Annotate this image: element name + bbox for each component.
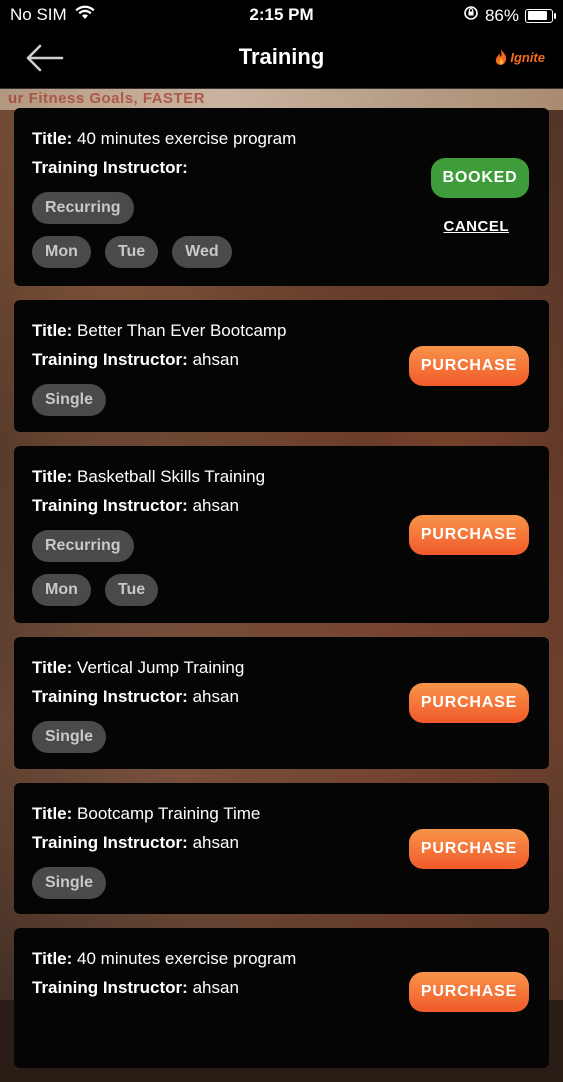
training-title-row: Title: Basketball Skills Training (32, 462, 531, 491)
title-label: Title: (32, 949, 73, 968)
purchase-button[interactable]: PURCHASE (409, 972, 529, 1012)
flame-icon (496, 49, 507, 65)
training-card: Title: 40 minutes exercise program Traini… (14, 928, 549, 1068)
status-bar: No SIM 2:15 PM 86% (0, 0, 563, 30)
training-list: Title: 40 minutes exercise program Traini… (14, 108, 549, 1082)
training-instructor: ahsan (192, 350, 239, 369)
nav-bar: Training Ignite (0, 30, 563, 89)
orientation-lock-icon (463, 5, 479, 26)
training-card: Title: Bootcamp Training Time Training In… (14, 783, 549, 914)
battery-percent: 86% (484, 5, 519, 25)
training-title-row: Title: Better Than Ever Bootcamp (32, 316, 531, 345)
training-card: Title: Basketball Skills Training Trainin… (14, 446, 549, 623)
session-type-badge: Recurring (32, 530, 134, 562)
instructor-label: Training Instructor: (32, 687, 188, 706)
instructor-label: Training Instructor: (32, 978, 188, 997)
session-type-badge: Single (32, 721, 107, 753)
day-badge: Tue (104, 236, 159, 268)
cancel-link[interactable]: CANCEL (444, 218, 510, 235)
background-banner-text: ur Fitness Goals, FASTER (8, 90, 206, 107)
purchase-button[interactable]: PURCHASE (409, 515, 529, 555)
training-title-row: Title: 40 minutes exercise program (32, 944, 531, 973)
training-instructor: ahsan (192, 833, 239, 852)
training-title: Basketball Skills Training (77, 467, 266, 486)
training-title: 40 minutes exercise program (77, 949, 297, 968)
purchase-button[interactable]: PURCHASE (409, 829, 529, 869)
training-card: Title: Vertical Jump Training Training In… (14, 637, 549, 769)
training-title: Better Than Ever Bootcamp (77, 321, 287, 340)
purchase-button[interactable]: PURCHASE (409, 346, 529, 386)
battery-icon (525, 8, 556, 23)
instructor-label: Training Instructor: (32, 158, 188, 177)
session-type-badge: Single (32, 867, 107, 899)
training-instructor: ahsan (192, 687, 239, 706)
title-label: Title: (32, 658, 73, 677)
training-title-row: Title: 40 minutes exercise program (32, 124, 531, 153)
training-instructor: ahsan (192, 496, 239, 515)
training-card: Title: 40 minutes exercise program Traini… (14, 108, 549, 286)
ignite-logo: Ignite (494, 48, 545, 66)
training-title: 40 minutes exercise program (77, 129, 297, 148)
session-type-badge: Single (32, 384, 107, 416)
page-title: Training (238, 44, 325, 69)
day-badge: Mon (32, 574, 91, 606)
title-label: Title: (32, 321, 73, 340)
title-label: Title: (32, 804, 73, 823)
training-title-row: Title: Bootcamp Training Time (32, 799, 531, 828)
purchase-button[interactable]: PURCHASE (409, 683, 529, 723)
day-badge: Tue (104, 574, 159, 606)
instructor-label: Training Instructor: (32, 350, 188, 369)
title-label: Title: (32, 467, 73, 486)
title-label: Title: (32, 129, 73, 148)
booked-button[interactable]: BOOKED (431, 158, 529, 198)
day-badge: Mon (32, 236, 91, 268)
training-title: Vertical Jump Training (77, 658, 245, 677)
instructor-label: Training Instructor: (32, 833, 188, 852)
logo-text: Ignite (510, 49, 545, 65)
instructor-label: Training Instructor: (32, 496, 188, 515)
session-type-badge: Recurring (32, 192, 134, 224)
day-badge: Wed (172, 236, 232, 268)
training-title-row: Title: Vertical Jump Training (32, 653, 531, 682)
background-banner: ur Fitness Goals, FASTER (0, 88, 563, 110)
training-instructor: ahsan (192, 978, 239, 997)
training-title: Bootcamp Training Time (77, 804, 261, 823)
training-card: Title: Better Than Ever Bootcamp Training… (14, 300, 549, 432)
